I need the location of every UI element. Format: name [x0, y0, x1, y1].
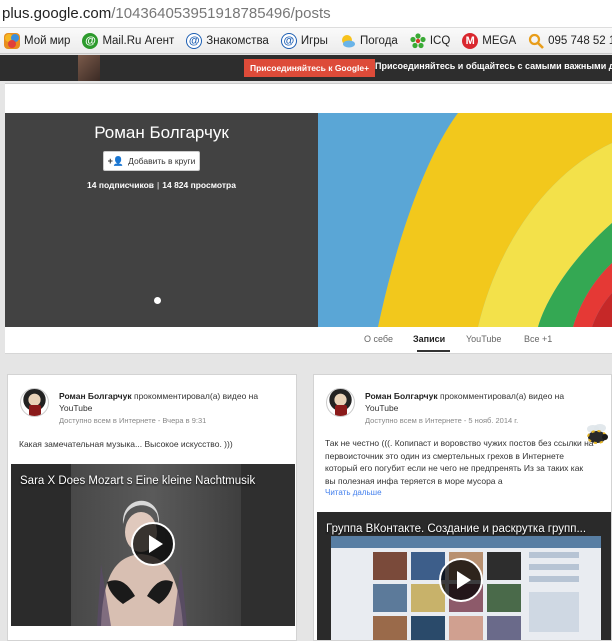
address-path: /104364053951918785496/posts [111, 5, 331, 22]
bookmark-label: 095 748 52 15 - [548, 34, 612, 47]
bookmark-label: Игры [300, 34, 328, 47]
bookmark-igry[interactable]: @ Игры [280, 32, 328, 49]
cover-photo [318, 113, 612, 327]
bookmark-label: Мой мир [24, 34, 71, 47]
avatar[interactable] [20, 388, 49, 417]
join-google-plus-button[interactable]: Присоединяйтесь к Google+ [244, 59, 376, 77]
bookmark-znakomstva[interactable]: @ Знакомства [186, 32, 269, 49]
post-text: Так не честно (((. Копипаст и воровство … [325, 438, 594, 486]
bookmark-mega[interactable]: M MEGA [462, 32, 517, 49]
bookmarks-bar: Мой мир @ Mail.Ru Агент @ Знакомства @ И… [0, 28, 612, 54]
profile-tabs: О себе Записи YouTube Все +1 [5, 327, 612, 354]
post-author[interactable]: Роман Болгарчук [59, 391, 132, 401]
profile-header: Роман Болгарчук +👤 Добавить в круги 14 п… [5, 113, 318, 327]
bookmark-mail-agent[interactable]: @ Mail.Ru Агент [82, 32, 175, 49]
join-promo-text: Присоединяйтесь и общайтесь с самыми важ… [375, 61, 612, 71]
read-more-link[interactable]: Читать дальше [325, 488, 382, 497]
stats-separator: | [157, 180, 160, 190]
google-top-bar: Присоединяйтесь к Google+ Присоединяйтес… [0, 55, 612, 81]
post-card: Роман Болгарчук прокомментировал(а) виде… [313, 374, 612, 641]
bookmark-moi-mir[interactable]: Мой мир [4, 32, 71, 49]
bookmark-pogoda[interactable]: Погода [340, 33, 398, 49]
profile-stats: 14 подписчиков | 14 824 просмотра [5, 180, 318, 190]
views-count: 14 824 просмотра [162, 180, 236, 190]
header-spacer [5, 83, 612, 113]
followers-count[interactable]: 14 подписчиков [87, 180, 154, 190]
play-icon[interactable] [439, 558, 483, 602]
active-tab-indicator [417, 350, 450, 352]
page: plus.google.com/104364053951918785496/po… [0, 0, 612, 641]
bee-cursor-icon [587, 424, 608, 444]
address-bar[interactable]: plus.google.com/104364053951918785496/po… [0, 0, 612, 28]
avatar[interactable] [326, 388, 355, 417]
at-icon: @ [186, 32, 203, 49]
tab-plus-ones[interactable]: Все +1 [524, 334, 552, 344]
play-icon[interactable] [131, 522, 175, 566]
post-header: Роман Болгарчук прокомментировал(а) виде… [365, 390, 590, 414]
post-author[interactable]: Роман Болгарчук [365, 391, 438, 401]
carousel-dot[interactable] [154, 297, 161, 304]
add-person-icon: +👤 [107, 155, 125, 166]
bookmark-icq[interactable]: ICQ [410, 32, 451, 49]
bookmark-label: MEGA [482, 34, 517, 47]
moi-mir-icon [4, 32, 20, 49]
post-meta[interactable]: Доступно всем в Интернете - Вчера в 9:31 [59, 416, 206, 425]
tab-youtube[interactable]: YouTube [466, 334, 501, 344]
video-embed[interactable]: Sara X Does Mozart s Eine kleine Nachtmu… [11, 464, 295, 626]
post-card: Роман Болгарчук прокомментировал(а) виде… [7, 374, 297, 641]
video-title[interactable]: Группа ВКонтакте. Создание и раскрутка г… [326, 523, 586, 535]
video-embed[interactable]: Группа ВКонтакте. Создание и раскрутка г… [317, 512, 611, 640]
bookmark-label: Погода [359, 34, 398, 47]
at-icon: @ [280, 32, 297, 49]
icq-flower-icon [410, 32, 426, 49]
weather-icon [340, 33, 356, 49]
video-title[interactable]: Sara X Does Mozart s Eine kleine Nachtmu… [20, 475, 255, 487]
bookmark-label: Знакомства [206, 34, 269, 47]
mega-icon: M [462, 32, 479, 49]
bookmark-label: Mail.Ru Агент [102, 34, 175, 47]
post-meta[interactable]: Доступно всем в Интернете - 5 нояб. 2014… [365, 416, 518, 425]
mail-agent-icon: @ [82, 32, 99, 49]
profile-name: Роман Болгарчук [94, 123, 229, 142]
bookmark-search[interactable]: 095 748 52 15 - [528, 33, 612, 49]
add-to-circles-button[interactable]: +👤 Добавить в круги [103, 151, 200, 171]
tab-about[interactable]: О себе [364, 334, 393, 344]
bookmark-label: ICQ [429, 34, 451, 47]
search-icon [528, 33, 545, 49]
cover-thumbnail [78, 55, 100, 81]
post-header: Роман Болгарчук прокомментировал(а) виде… [59, 390, 284, 414]
tab-posts[interactable]: Записи [413, 334, 445, 344]
add-to-circles-label: Добавить в круги [128, 156, 196, 166]
address-host: plus.google.com [2, 5, 112, 22]
post-text: Какая замечательная музыка... Высокое ис… [19, 439, 233, 449]
